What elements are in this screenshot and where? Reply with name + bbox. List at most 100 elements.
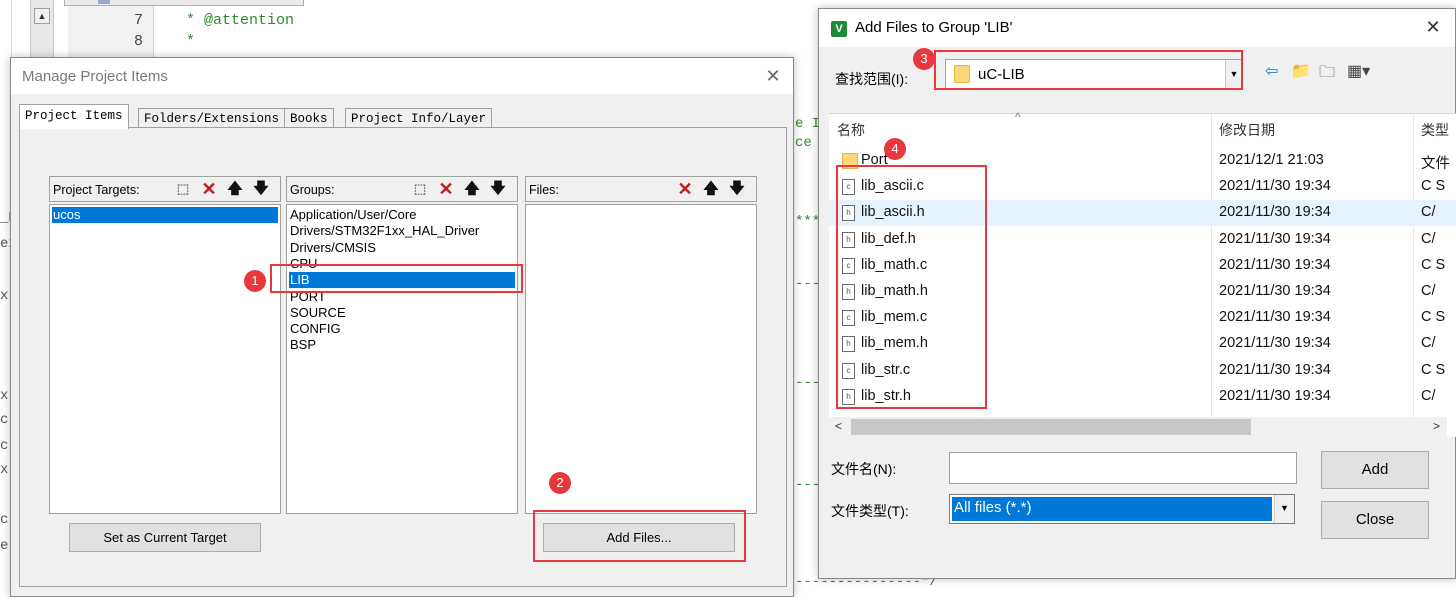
move-up-icon[interactable]: 🡅 <box>461 179 483 199</box>
annotation-badge: 4 <box>884 138 906 160</box>
tree-fragment: e <box>0 538 9 554</box>
files-label: Files: <box>529 183 559 197</box>
filetype-select[interactable]: All files (*.*) ▼ <box>949 494 1295 524</box>
close-button[interactable]: Close <box>1321 501 1429 539</box>
file-date: 2021/11/30 19:34 <box>1219 178 1331 195</box>
targets-label: Project Targets: <box>53 183 140 197</box>
file-date: 2021/11/30 19:34 <box>1219 335 1331 352</box>
editor-scrollbar[interactable]: ▲ <box>30 0 54 60</box>
group-item[interactable]: SOURCE <box>290 305 346 321</box>
annotation-badge: 3 <box>913 48 935 70</box>
column-type[interactable]: 类型 <box>1421 120 1449 140</box>
code-fragment: *** <box>795 214 821 230</box>
files-header: Files: ✕ 🡅 🡇 <box>525 176 757 202</box>
delete-icon[interactable]: ✕ <box>198 179 220 199</box>
delete-icon[interactable]: ✕ <box>674 179 696 199</box>
filetype-value: All files (*.*) <box>952 497 1272 521</box>
file-date: 2021/11/30 19:34 <box>1219 283 1331 299</box>
file-type: C S <box>1421 309 1446 326</box>
file-type: C/ <box>1421 387 1436 404</box>
move-up-icon[interactable]: 🡅 <box>700 179 722 199</box>
move-down-icon[interactable]: 🡇 <box>726 179 748 199</box>
code-fragment: e I <box>795 116 821 132</box>
dialog-title: Manage Project Items <box>22 68 168 85</box>
group-item[interactable]: CONFIG <box>290 321 341 337</box>
tree-fragment: c <box>0 512 9 528</box>
target-item[interactable]: ucos <box>52 207 278 223</box>
file-type: C S <box>1421 256 1446 273</box>
targets-header: Project Targets: ⬚ ✕ 🡅 🡇 <box>49 176 281 202</box>
code-fragment: --- <box>795 276 821 292</box>
highlight-lib-files <box>836 165 987 409</box>
group-item[interactable]: Drivers/CMSIS <box>290 240 376 256</box>
file-date: 2021/11/30 19:34 <box>1219 387 1331 404</box>
dialog-titlebar[interactable]: Manage Project Items ✕ <box>11 58 793 94</box>
filename-label: 文件名(N): <box>831 461 897 477</box>
dialog-title: Add Files to Group 'LIB' <box>855 19 1013 36</box>
annotation-badge: 1 <box>244 270 266 292</box>
highlight-add-files <box>533 510 746 562</box>
file-date: 2021/12/1 21:03 <box>1219 152 1324 168</box>
scroll-up-icon[interactable]: ▲ <box>34 8 50 24</box>
tab-project-info-layer[interactable]: Project Info/Layer <box>345 108 493 128</box>
move-down-icon[interactable]: 🡇 <box>487 179 509 199</box>
scroll-thumb[interactable] <box>851 419 1251 435</box>
tree-fragment: c <box>0 412 9 428</box>
groups-label: Groups: <box>290 183 335 197</box>
view-menu-icon[interactable]: ▦▾ <box>1347 61 1370 81</box>
file-date: 2021/11/30 19:34 <box>1219 230 1331 247</box>
targets-listbox[interactable]: ucos <box>49 204 281 514</box>
file-type: C/ <box>1421 283 1436 299</box>
new-target-icon[interactable]: ⬚ <box>172 179 194 199</box>
delete-icon[interactable]: ✕ <box>435 179 457 199</box>
files-listbox[interactable] <box>525 204 757 514</box>
lookin-label: 查找范围(I): <box>835 71 909 87</box>
file-type: 文件 <box>1421 156 1450 172</box>
scroll-right-icon[interactable]: > <box>1433 419 1440 433</box>
line-number: 8 <box>133 33 143 50</box>
file-type: C S <box>1421 361 1446 378</box>
new-group-icon[interactable]: ⬚ <box>409 179 431 199</box>
line-number: 7 <box>133 12 143 29</box>
file-type: C/ <box>1421 335 1436 352</box>
tree-fragment: c <box>0 438 9 454</box>
horizontal-scrollbar[interactable]: < > <box>829 417 1447 437</box>
group-item[interactable]: BSP <box>290 337 316 353</box>
close-icon[interactable]: ✕ <box>1421 15 1445 39</box>
set-current-target-button[interactable]: Set as Current Target <box>69 523 261 552</box>
highlight-lookin <box>934 50 1243 90</box>
move-down-icon[interactable]: 🡇 <box>250 179 272 199</box>
file-date: 2021/11/30 19:34 <box>1219 256 1331 273</box>
highlight-lib-group <box>270 264 523 293</box>
file-date: 2021/11/30 19:34 <box>1219 361 1331 378</box>
group-item[interactable]: Drivers/STM32F1xx_HAL_Driver <box>290 223 479 239</box>
scroll-left-icon[interactable]: < <box>835 419 842 433</box>
file-date: 2021/11/30 19:34 <box>1219 309 1331 326</box>
keil-app-icon: V <box>831 21 847 37</box>
code-fragment: --- <box>795 477 821 493</box>
code-text: * <box>186 33 196 50</box>
file-date: 2021/11/30 19:34 <box>1219 204 1331 221</box>
groups-header: Groups: ⬚ ✕ 🡅 🡇 <box>286 176 518 202</box>
dialog-titlebar[interactable]: V Add Files to Group 'LIB' ✕ <box>819 9 1455 47</box>
new-folder-icon[interactable]: 🗀 <box>1319 61 1335 88</box>
chevron-down-icon[interactable]: ▼ <box>1274 495 1294 523</box>
up-folder-icon[interactable]: 📁 <box>1291 61 1311 81</box>
file-type: C/ <box>1421 230 1436 247</box>
close-icon[interactable]: ✕ <box>761 64 785 88</box>
code-fragment: --- <box>795 375 821 391</box>
tab-project-items[interactable]: Project Items <box>19 104 129 129</box>
tab-books[interactable]: Books <box>284 108 334 128</box>
move-up-icon[interactable]: 🡅 <box>224 179 246 199</box>
back-icon[interactable]: ⇦ <box>1265 61 1278 81</box>
code-text: * @attention <box>186 12 295 29</box>
column-name[interactable]: 名称 <box>837 120 865 140</box>
groups-listbox[interactable]: Application/User/Core Drivers/STM32F1xx_H… <box>286 204 518 514</box>
code-fragment: ce <box>795 135 812 151</box>
column-date[interactable]: 修改日期 <box>1219 120 1275 140</box>
filename-input[interactable] <box>949 452 1297 484</box>
file-type: C S <box>1421 178 1446 195</box>
group-item[interactable]: Application/User/Core <box>290 207 416 223</box>
tab-folders-extensions[interactable]: Folders/Extensions <box>138 108 286 128</box>
add-button[interactable]: Add <box>1321 451 1429 489</box>
